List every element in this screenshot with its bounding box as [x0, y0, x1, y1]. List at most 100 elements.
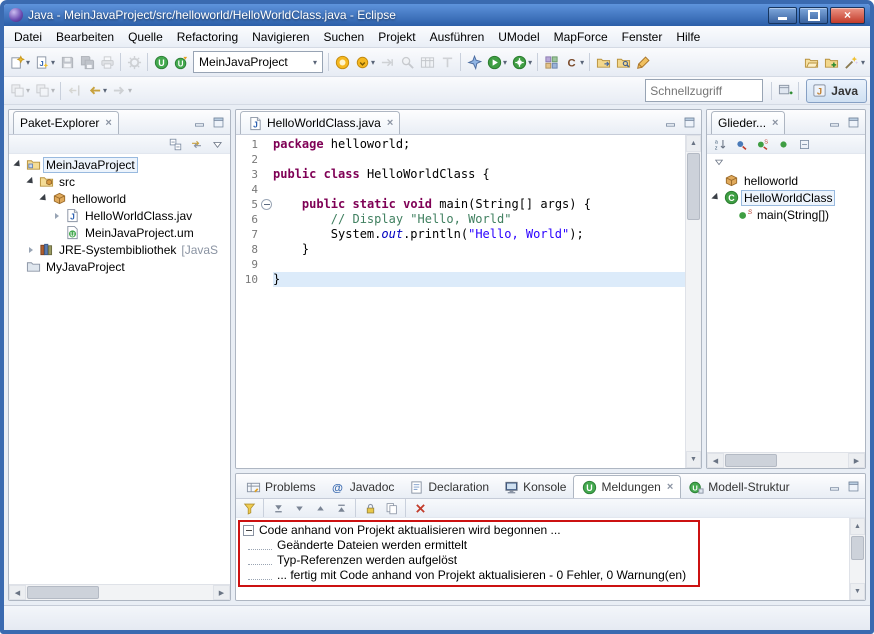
- expander-icon[interactable]: [710, 195, 721, 200]
- tab-gliederung[interactable]: Glieder... ×: [711, 111, 785, 134]
- menu-projekt[interactable]: Projekt: [371, 27, 422, 47]
- tree-item-src[interactable]: src: [9, 173, 230, 190]
- menu-umodel[interactable]: UModel: [491, 27, 546, 47]
- code-line[interactable]: 4: [236, 182, 685, 197]
- run-external-tools-button[interactable]: ▾: [509, 51, 534, 73]
- scroll-left-icon[interactable]: ◀: [707, 453, 724, 468]
- expander-icon[interactable]: [12, 162, 23, 167]
- scroll-thumb[interactable]: [851, 536, 864, 560]
- code-line[interactable]: 2: [236, 152, 685, 167]
- expander-icon[interactable]: [38, 196, 49, 201]
- menu-datei[interactable]: Datei: [7, 27, 49, 47]
- tree-item-helloworld[interactable]: helloworld: [707, 172, 865, 189]
- new-button[interactable]: ▾: [7, 51, 32, 73]
- menu-fenster[interactable]: Fenster: [615, 27, 670, 47]
- close-icon[interactable]: ×: [105, 117, 111, 129]
- umodel-sync-button[interactable]: U: [171, 51, 191, 73]
- close-icon[interactable]: ×: [387, 117, 393, 129]
- code-line[interactable]: 3public class HelloWorldClass {: [236, 167, 685, 182]
- lock-button[interactable]: [360, 500, 380, 516]
- scroll-thumb[interactable]: [725, 454, 777, 467]
- message-row[interactable]: ... fertig mit Code anhand von Projekt a…: [242, 568, 686, 583]
- msg-up-bar-button[interactable]: [331, 500, 351, 516]
- minimize-view-button[interactable]: [826, 478, 842, 494]
- debug-button[interactable]: [464, 51, 484, 73]
- menu-mapforce[interactable]: MapForce: [547, 27, 615, 47]
- hide-local-button[interactable]: [794, 136, 814, 152]
- view-menu-icon[interactable]: [711, 154, 727, 170]
- code-area[interactable]: 1package helloworld;23public class Hello…: [236, 135, 685, 468]
- open-perspective-button[interactable]: [775, 80, 795, 102]
- view-menu-button[interactable]: [207, 136, 227, 152]
- tree-item-helloworld[interactable]: helloworld: [9, 190, 230, 207]
- scroll-thumb[interactable]: [687, 153, 700, 220]
- clear-button[interactable]: [410, 500, 430, 516]
- expander-icon[interactable]: [25, 179, 36, 184]
- scroll-up-icon[interactable]: ▲: [850, 518, 865, 535]
- tree-item-main-string[interactable]: Smain(String[]): [707, 206, 865, 223]
- new-task-button[interactable]: [822, 51, 842, 73]
- annotate-button[interactable]: [633, 51, 653, 73]
- maximize-view-button[interactable]: [845, 114, 861, 130]
- new-java-button[interactable]: J▾: [32, 51, 57, 73]
- link-editor-button[interactable]: [186, 136, 206, 152]
- scroll-right-icon[interactable]: ▶: [848, 453, 865, 468]
- sort-button[interactable]: az: [710, 136, 730, 152]
- maximize-view-button[interactable]: [681, 114, 697, 130]
- outline-hscrollbar[interactable]: ◀ ▶: [707, 452, 865, 468]
- menu-refactoring[interactable]: Refactoring: [170, 27, 245, 47]
- open-type-button[interactable]: [593, 51, 613, 73]
- package-explorer-hscrollbar[interactable]: ◀ ▶: [9, 584, 230, 600]
- editor-vscrollbar[interactable]: ▲ ▼: [685, 135, 701, 468]
- filter-button[interactable]: [239, 500, 259, 516]
- scroll-track[interactable]: [850, 535, 865, 583]
- coverage-button[interactable]: C▾: [561, 51, 586, 73]
- msg-up-button[interactable]: [310, 500, 330, 516]
- scroll-right-icon[interactable]: ▶: [213, 585, 230, 600]
- close-icon[interactable]: ×: [772, 117, 778, 129]
- collapse-minus-icon[interactable]: [243, 525, 254, 536]
- search-button[interactable]: [613, 51, 633, 73]
- expander-icon[interactable]: [51, 213, 62, 219]
- tab-problems[interactable]: Problems: [238, 476, 323, 498]
- minimize-view-button[interactable]: [662, 114, 678, 130]
- menu-suchen[interactable]: Suchen: [317, 27, 372, 47]
- tree-item-helloworldclass[interactable]: CHelloWorldClass: [707, 189, 865, 206]
- message-root[interactable]: Code anhand von Projekt aktualisieren wi…: [242, 523, 686, 538]
- code-line[interactable]: 6 // Display "Hello, World": [236, 212, 685, 227]
- scroll-track[interactable]: [724, 453, 848, 468]
- tree-item-meinjavaproject[interactable]: MeinJavaProject: [9, 156, 230, 173]
- tree-item-helloworldclass-jav[interactable]: JHelloWorldClass.jav: [9, 207, 230, 224]
- message-row[interactable]: Typ-Referenzen werden aufgelöst: [242, 553, 686, 568]
- code-line[interactable]: 7 System.out.println("Hello, World");: [236, 227, 685, 242]
- open-resource-button[interactable]: [802, 51, 822, 73]
- fields-button[interactable]: [731, 136, 751, 152]
- public-only-button[interactable]: [773, 136, 793, 152]
- tab-modell-struktur[interactable]: UModell-Struktur: [681, 476, 796, 498]
- menu-quelle[interactable]: Quelle: [121, 27, 170, 47]
- code-line[interactable]: 5 public static void main(String[] args)…: [236, 197, 685, 212]
- tab-meldungen[interactable]: UMeldungen×: [573, 475, 681, 498]
- tab-paket-explorer[interactable]: Paket-Explorer ×: [13, 111, 119, 134]
- tab-javadoc[interactable]: @Javadoc: [323, 476, 402, 498]
- copy-button[interactable]: [381, 500, 401, 516]
- code-line[interactable]: 10}: [236, 272, 685, 287]
- code-line[interactable]: 1package helloworld;: [236, 137, 685, 152]
- close-icon[interactable]: ×: [667, 481, 673, 493]
- menu-bearbeiten[interactable]: Bearbeiten: [49, 27, 121, 47]
- tree-item-jre-systembibliothek[interactable]: JRE-Systembibliothek[JavaS: [9, 241, 230, 258]
- msg-down-bar-button[interactable]: [268, 500, 288, 516]
- tree-item-myjavaproject[interactable]: MyJavaProject: [9, 258, 230, 275]
- quick-access-input[interactable]: [645, 79, 763, 102]
- wizard-button[interactable]: ▾: [842, 51, 867, 73]
- tab-declaration[interactable]: Declaration: [401, 476, 496, 498]
- collapse-all-button[interactable]: [165, 136, 185, 152]
- umodel-project-selector[interactable]: MeinJavaProject▾: [193, 51, 323, 73]
- scroll-down-icon[interactable]: ▼: [686, 451, 701, 468]
- mapforce-button[interactable]: [332, 51, 352, 73]
- code-line[interactable]: 9: [236, 257, 685, 272]
- tab-konsole[interactable]: Konsole: [496, 476, 573, 498]
- editor-tab-helloworldclass-java[interactable]: J HelloWorldClass.java ×: [240, 111, 400, 134]
- minimize-view-button[interactable]: [191, 114, 207, 130]
- java-perspective-button[interactable]: J Java: [806, 79, 867, 103]
